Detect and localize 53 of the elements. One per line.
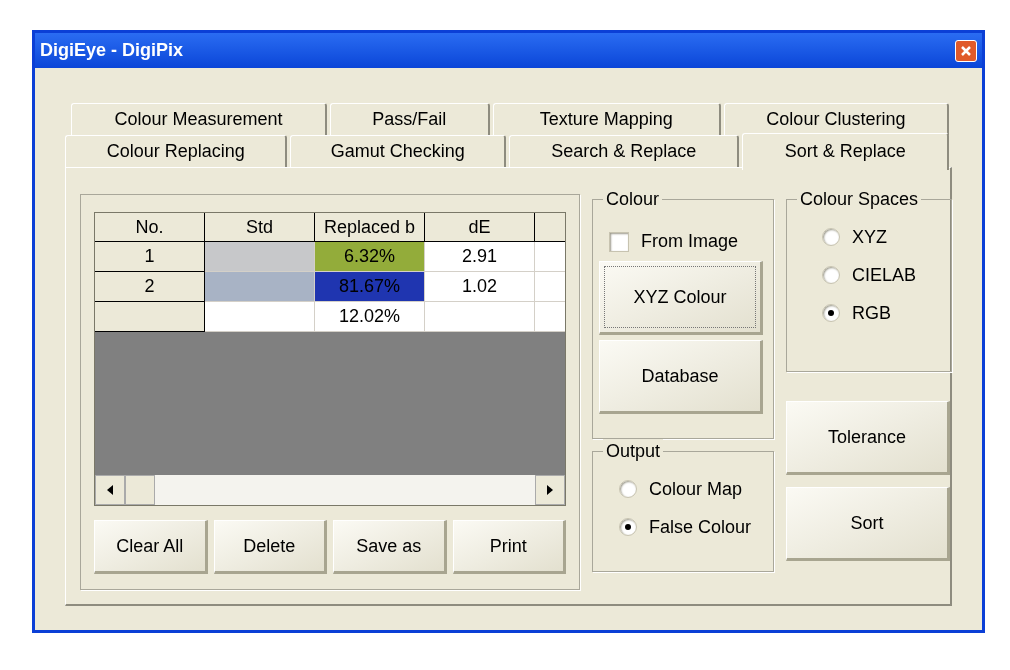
tab[interactable]: Pass/Fail <box>330 103 490 135</box>
tab[interactable]: Search & Replace <box>509 135 740 167</box>
scroll-right-button[interactable] <box>535 475 565 505</box>
radio-label: RGB <box>852 301 891 325</box>
checkbox[interactable] <box>609 231 629 252</box>
window-title: DigiEye - DigiPix <box>40 39 184 62</box>
table-cell <box>535 272 565 302</box>
tab[interactable]: Texture Mapping <box>492 103 721 135</box>
table-cell: 1.02 <box>425 272 535 302</box>
table-cell: 6.32% <box>315 242 425 272</box>
close-icon <box>960 44 972 57</box>
table-cell: 2.91 <box>425 242 535 272</box>
grid-action-button[interactable]: Delete <box>213 520 327 574</box>
row-header: 2 <box>95 272 205 302</box>
close-button[interactable] <box>955 39 977 62</box>
scroll-left-button[interactable] <box>95 475 125 505</box>
column-header[interactable]: Replaced b <box>315 213 425 242</box>
column-header[interactable]: Std <box>205 213 315 242</box>
column-header[interactable]: dE <box>425 213 535 242</box>
group-title: Output <box>603 439 664 463</box>
table-cell <box>535 242 565 272</box>
tab[interactable]: Sort & Replace <box>742 133 949 170</box>
tab[interactable]: Colour Clustering <box>723 103 949 135</box>
radio-button[interactable] <box>619 518 637 536</box>
table-cell: 81.67% <box>315 272 425 302</box>
column-header[interactable] <box>535 213 565 242</box>
tab[interactable]: Colour Measurement <box>71 103 328 135</box>
action-button[interactable]: Sort <box>786 487 950 561</box>
colour-button[interactable]: XYZ Colour <box>599 261 763 335</box>
action-button[interactable]: Tolerance <box>786 401 950 475</box>
left-arrow-icon <box>107 485 113 495</box>
grid-action-button[interactable]: Print <box>452 520 566 574</box>
tab[interactable]: Colour Replacing <box>65 135 288 167</box>
scroll-thumb[interactable] <box>125 475 155 505</box>
colour-button[interactable]: Database <box>599 340 763 414</box>
checkbox-label: From Image <box>641 230 739 253</box>
radio-button[interactable] <box>619 480 637 498</box>
horizontal-scrollbar[interactable] <box>95 475 565 505</box>
radio-button[interactable] <box>822 266 840 284</box>
radio-button[interactable] <box>822 228 840 246</box>
radio-label: False Colour <box>649 515 752 539</box>
radio-label: CIELAB <box>852 263 917 287</box>
grid-action-button[interactable]: Clear All <box>94 520 208 574</box>
radio-label: XYZ <box>852 225 887 249</box>
grid-action-button[interactable]: Save as <box>333 520 447 574</box>
column-header[interactable]: No. <box>95 213 205 242</box>
tab[interactable]: Gamut Checking <box>290 135 506 167</box>
radio-button[interactable] <box>822 304 840 322</box>
right-arrow-icon <box>547 485 553 495</box>
radio-label: Colour Map <box>649 477 743 501</box>
row-header: 1 <box>95 242 205 272</box>
table-cell: 12.02% <box>315 302 425 332</box>
table-cell <box>535 302 565 332</box>
